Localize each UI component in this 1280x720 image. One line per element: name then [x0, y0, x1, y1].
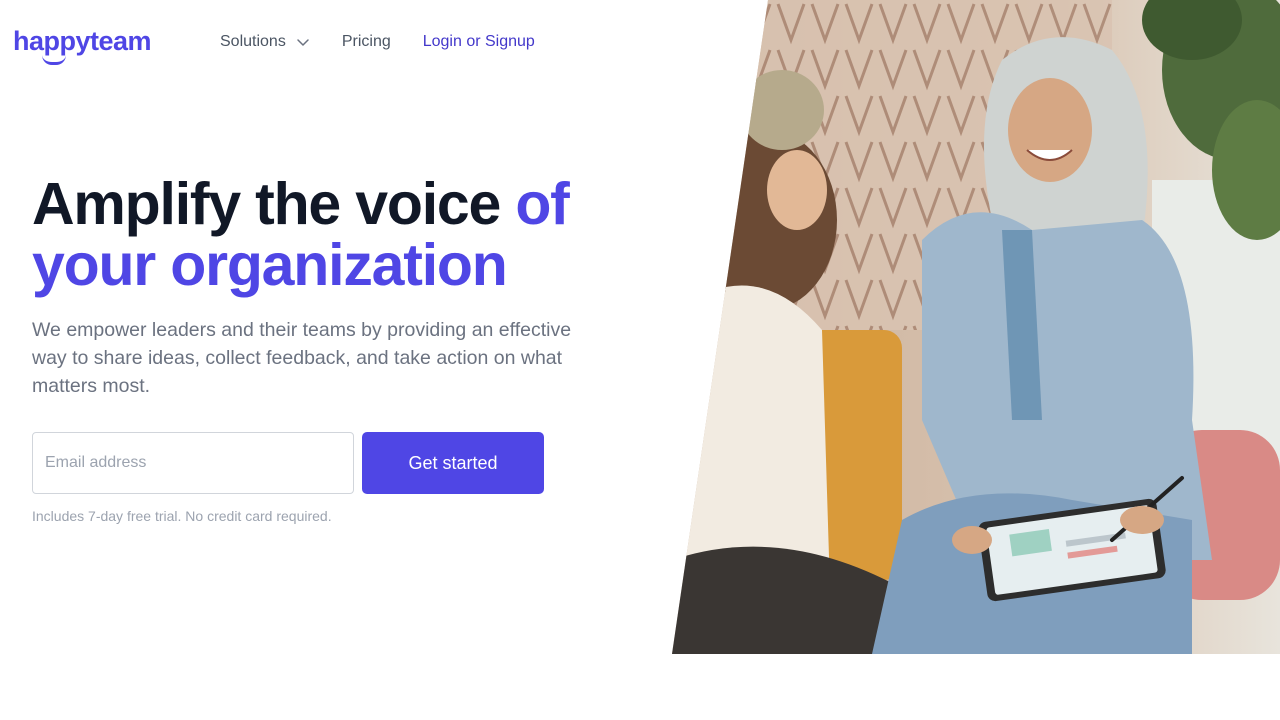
get-started-button[interactable]: Get started [362, 432, 544, 494]
headline-primary: Amplify the voice [32, 171, 516, 237]
hero-photo [672, 0, 1280, 654]
email-input[interactable] [32, 432, 354, 494]
main-nav: Solutions Pricing Login or Signup [220, 33, 535, 51]
trial-note: Includes 7-day free trial. No credit car… [32, 508, 332, 524]
site-header: happyteam Solutions Pricing Login or Sig… [0, 0, 680, 88]
nav-solutions-label: Solutions [220, 33, 286, 50]
logo-text: happyteam [13, 26, 152, 56]
nav-solutions[interactable]: Solutions [220, 33, 310, 51]
hero-headline: Amplify the voice of your organization [32, 174, 632, 296]
signup-form: Get started [32, 432, 544, 494]
logo-smile-mark [42, 55, 66, 65]
hero-subtext: We empower leaders and their teams by pr… [32, 319, 572, 397]
hero-photo-illustration [672, 0, 1280, 654]
nav-login-signup[interactable]: Login or Signup [423, 33, 535, 51]
nav-pricing[interactable]: Pricing [342, 33, 391, 51]
happyteam-logo[interactable]: happyteam [13, 26, 152, 57]
chevron-down-icon [297, 39, 309, 46]
